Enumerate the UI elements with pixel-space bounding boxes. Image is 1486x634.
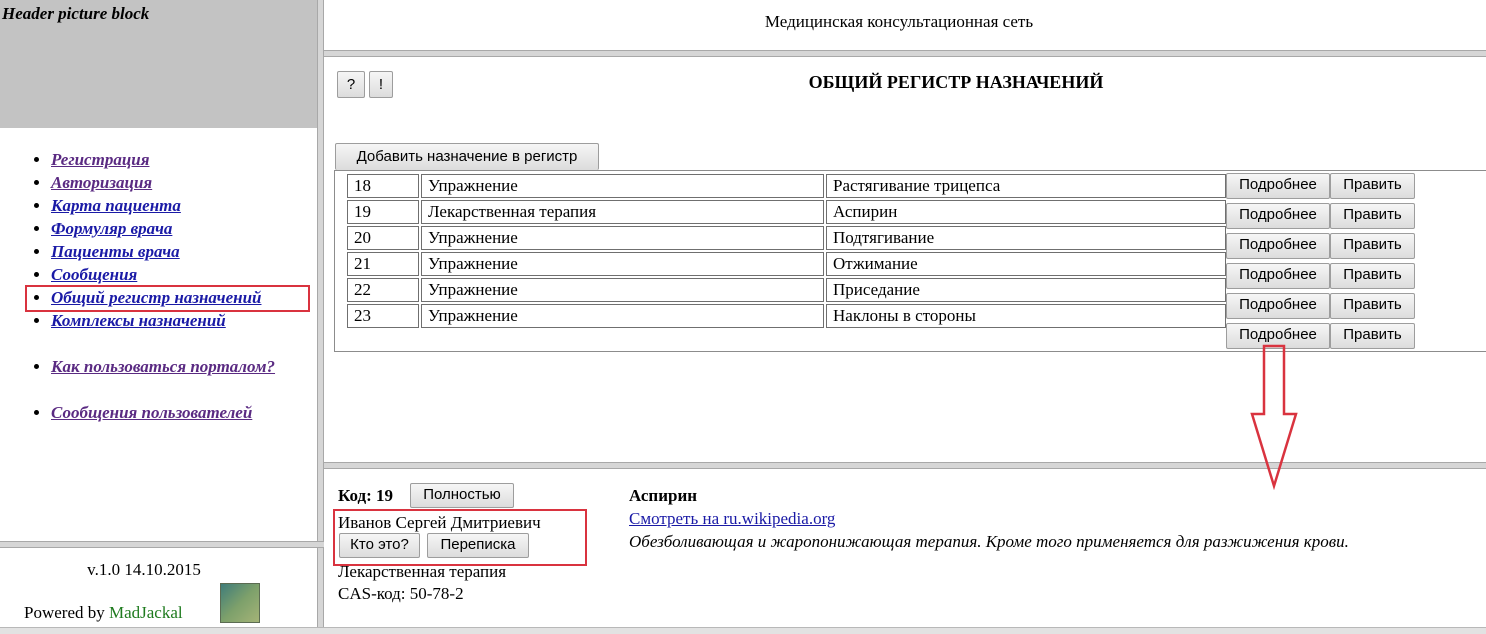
header-block-title: Header picture block xyxy=(2,4,150,23)
madjackal-avatar xyxy=(220,583,260,623)
table-row: 21 Упражнение Отжимание xyxy=(347,252,1226,276)
add-assignment-button[interactable]: Добавить назначение в регистр xyxy=(335,143,599,170)
powered-by: Powered by MadJackal xyxy=(24,603,183,623)
row-id-cell: 18 xyxy=(347,174,419,198)
detail-description: Обезболивающая и жаропонижающая терапия.… xyxy=(629,532,1349,551)
nav-link-authorization[interactable]: Авторизация xyxy=(51,173,152,192)
edit-button[interactable]: Править xyxy=(1330,323,1415,349)
edit-button[interactable]: Править xyxy=(1330,173,1415,199)
page-title: ОБЩИЙ РЕГИСТР НАЗНАЧЕНИЙ xyxy=(808,72,1104,92)
row-type-cell: Упражнение xyxy=(421,304,824,328)
row-id-cell: 20 xyxy=(347,226,419,250)
row-id-cell: 22 xyxy=(347,278,419,302)
row-type-cell: Лекарственная терапия xyxy=(421,200,824,224)
details-button[interactable]: Подробнее xyxy=(1226,263,1330,289)
table-row: 19 Лекарственная терапия Аспирин xyxy=(347,200,1226,224)
full-view-button[interactable]: Полностью xyxy=(410,483,514,508)
details-button[interactable]: Подробнее xyxy=(1226,173,1330,199)
row-name-cell: Подтягивание xyxy=(826,226,1226,250)
version-label: v.1.0 14.10.2015 xyxy=(87,560,201,579)
row-id-cell: 21 xyxy=(347,252,419,276)
nav-link-patient-card[interactable]: Карта пациента xyxy=(51,196,181,215)
nav-link-user-messages[interactable]: Сообщения пользователей xyxy=(51,403,252,422)
nav-link-portal-help[interactable]: Как пользоваться порталом? xyxy=(51,357,275,376)
detail-cas-code: CAS-код: 50-78-2 xyxy=(338,584,464,603)
row-name-cell: Наклоны в стороны xyxy=(826,304,1226,328)
row-type-cell: Упражнение xyxy=(421,278,824,302)
row-name-cell: Аспирин xyxy=(826,200,1226,224)
nav-link-messages[interactable]: Сообщения xyxy=(51,265,137,284)
row-name-cell: Приседание xyxy=(826,278,1226,302)
details-button[interactable]: Подробнее xyxy=(1226,203,1330,229)
nav-link-doctor-patients[interactable]: Пациенты врача xyxy=(51,242,180,261)
row-id-cell: 23 xyxy=(347,304,419,328)
edit-button[interactable]: Править xyxy=(1330,263,1415,289)
details-button[interactable]: Подробнее xyxy=(1226,233,1330,259)
vertical-frame-splitter[interactable] xyxy=(317,0,324,634)
wikipedia-link[interactable]: Смотреть на ru.wikipedia.org xyxy=(629,509,835,529)
row-id-cell: 19 xyxy=(347,200,419,224)
row-type-cell: Упражнение xyxy=(421,174,824,198)
table-row: 20 Упражнение Подтягивание xyxy=(347,226,1226,250)
row-name-cell: Растягивание трицепса xyxy=(826,174,1226,198)
table-row: 18 Упражнение Растягивание трицепса xyxy=(347,174,1226,198)
details-button[interactable]: Подробнее xyxy=(1226,293,1330,319)
detail-drug-name: Аспирин xyxy=(629,486,698,505)
highlight-frame-nav xyxy=(25,285,310,312)
nav-link-doctor-form[interactable]: Формуляр врача xyxy=(51,219,172,238)
detail-code: Код: 19 xyxy=(338,486,394,505)
row-type-cell: Упражнение xyxy=(421,252,824,276)
left-horizontal-splitter[interactable] xyxy=(0,541,324,548)
registry-table: 18 Упражнение Растягивание трицепса 19 Лекар… xyxy=(345,172,1228,330)
table-row: 23 Упражнение Наклоны в стороны xyxy=(347,304,1226,328)
nav-link-assignment-complexes[interactable]: Комплексы назначений xyxy=(51,311,226,330)
edit-button[interactable]: Править xyxy=(1330,233,1415,259)
edit-button[interactable]: Править xyxy=(1330,293,1415,319)
highlight-frame-author xyxy=(333,509,587,566)
row-type-cell: Упражнение xyxy=(421,226,824,250)
table-row: 22 Упражнение Приседание xyxy=(347,278,1226,302)
nav-link-registration[interactable]: Регистрация xyxy=(51,150,149,169)
row-name-cell: Отжимание xyxy=(826,252,1226,276)
top-horizontal-splitter[interactable] xyxy=(324,50,1486,57)
powered-brand: MadJackal xyxy=(108,603,183,622)
window-bottom-edge xyxy=(0,627,1486,634)
red-down-arrow-icon xyxy=(1250,344,1298,490)
powered-prefix: Powered by xyxy=(24,603,109,622)
site-title: Медицинская консультационная сеть xyxy=(764,12,1034,31)
detail-horizontal-splitter[interactable] xyxy=(324,462,1486,469)
edit-button[interactable]: Править xyxy=(1330,203,1415,229)
detail-category: Лекарственная терапия xyxy=(338,562,507,581)
